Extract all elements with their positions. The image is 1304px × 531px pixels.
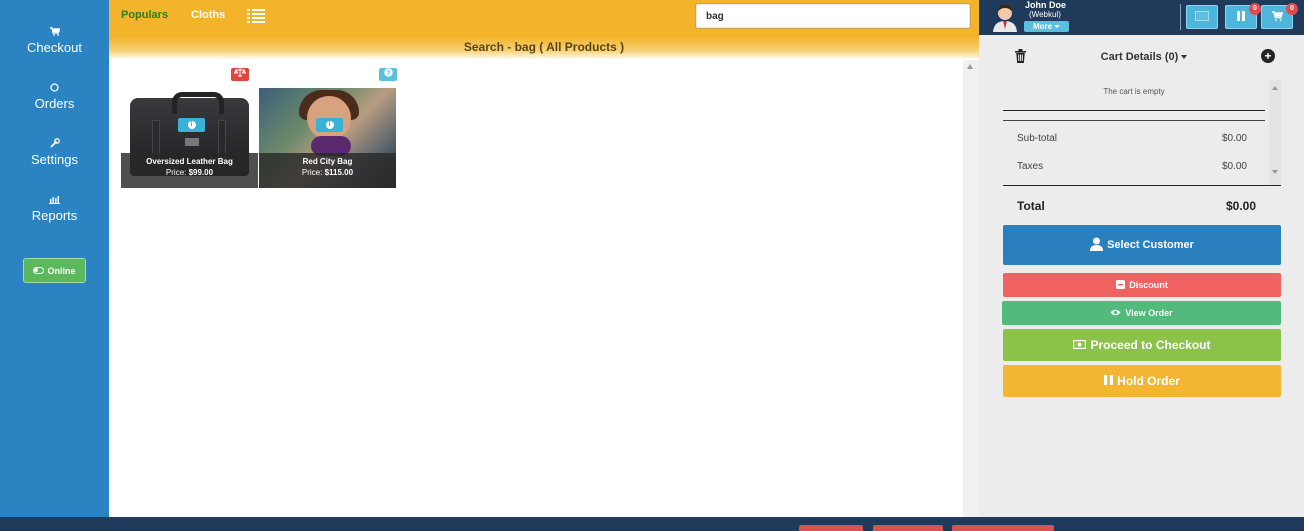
hold-orders-button[interactable]: 0 <box>1225 3 1261 29</box>
svg-text:?: ? <box>386 69 390 77</box>
product-price: Price: $99.00 <box>165 168 214 177</box>
cart-empty-message: The cart is empty <box>1103 87 1165 96</box>
notice-button[interactable] <box>873 525 943 531</box>
category-bar: Populars Cloths Search - bag ( All Produ… <box>109 0 979 60</box>
cart-count-badge: 0 <box>1286 3 1298 15</box>
info-icon[interactable]: i <box>178 118 205 132</box>
info-icon[interactable]: i <box>316 118 343 132</box>
cart-summary: The cart is empty Sub-total $0.00 Taxes … <box>1003 80 1281 186</box>
hold-order-button[interactable]: Hold Order <box>1003 365 1281 397</box>
search-input[interactable] <box>695 3 971 29</box>
toggle-icon <box>33 267 45 274</box>
add-icon[interactable]: + <box>1261 49 1275 63</box>
taxes-label: Taxes <box>1017 161 1044 172</box>
circle-icon <box>0 82 109 96</box>
total-label: Total <box>1017 199 1045 213</box>
scroll-down-icon[interactable] <box>1272 170 1278 174</box>
cart-button[interactable]: 0 <box>1261 3 1298 29</box>
avatar <box>991 2 1019 32</box>
total-value: $0.00 <box>1226 199 1257 213</box>
divider <box>1180 4 1181 30</box>
cart-scrollbar[interactable] <box>1269 80 1281 186</box>
product-card[interactable]: i Oversized Leather Bag Price: $99.00 <box>121 88 258 188</box>
subtotal-label: Sub-total <box>1017 133 1058 144</box>
sidebar-item-label: Orders <box>34 96 75 111</box>
search-results-title: Search - bag ( All Products ) <box>463 40 625 54</box>
online-status-label: Online <box>47 265 76 276</box>
online-status-button[interactable]: Online <box>23 258 86 283</box>
cart-header: Cart Details (0) + <box>1003 44 1285 70</box>
caret-down-icon <box>1181 55 1188 60</box>
sidebar-item-label: Settings <box>31 152 78 167</box>
divider <box>1003 120 1265 121</box>
notice-button[interactable] <box>952 525 1054 531</box>
cart-panel: John Doe (Webkul) More 0 0 Cart Details … <box>979 0 1304 517</box>
wrench-icon <box>0 138 109 152</box>
barcode-button[interactable] <box>1186 5 1218 29</box>
user-company: (Webkul) <box>1029 10 1061 19</box>
notice-button[interactable] <box>799 525 863 531</box>
money-icon <box>1073 338 1087 352</box>
compare-icon[interactable] <box>231 68 249 81</box>
cart-icon <box>0 26 109 40</box>
divider <box>1003 110 1265 111</box>
proceed-checkout-button[interactable]: Proceed to Checkout <box>1003 329 1281 361</box>
eye-icon <box>1110 308 1121 318</box>
sidebar-item-reports[interactable]: Reports <box>0 194 109 224</box>
user-name: John Doe <box>1025 0 1067 10</box>
taxes-value: $0.00 <box>1221 161 1247 172</box>
scroll-up-icon[interactable] <box>967 64 973 69</box>
barcode-icon <box>1195 8 1209 26</box>
product-caption: Oversized Leather Bag Price: $99.00 <box>121 153 258 188</box>
bottom-notice-bar <box>0 517 1304 531</box>
product-card[interactable]: i Red City Bag Price: $115.00 <box>259 88 396 188</box>
hold-count-badge: 0 <box>1249 3 1261 15</box>
user-icon <box>1090 237 1104 254</box>
divider <box>1003 185 1281 186</box>
view-order-button[interactable]: View Order <box>1002 301 1281 325</box>
sidebar-item-label: Checkout <box>27 40 82 55</box>
user-bar: John Doe (Webkul) More 0 0 <box>979 0 1304 35</box>
more-button[interactable]: More <box>1024 21 1069 32</box>
bar-chart-icon <box>0 194 109 208</box>
sidebar-item-orders[interactable]: Orders <box>0 82 109 112</box>
sidebar-item-checkout[interactable]: Checkout <box>0 26 109 56</box>
product-price: Price: $115.00 <box>301 168 354 177</box>
discount-button[interactable]: Discount <box>1003 273 1281 297</box>
sidebar-item-settings[interactable]: Settings <box>0 138 109 168</box>
pause-icon <box>1236 8 1246 26</box>
minus-square-icon <box>1116 279 1126 291</box>
cart-title[interactable]: Cart Details (0) <box>1003 51 1285 63</box>
products-scrollbar[interactable] <box>963 60 979 517</box>
pause-icon <box>1104 374 1114 388</box>
tab-populars[interactable]: Populars <box>121 9 168 21</box>
select-customer-button[interactable]: Select Customer <box>1003 225 1281 265</box>
subtotal-value: $0.00 <box>1221 133 1247 144</box>
sidebar-item-label: Reports <box>31 208 78 223</box>
product-name: Oversized Leather Bag <box>146 157 233 166</box>
sidebar: Checkout Orders Settings Reports Online <box>0 0 109 517</box>
question-icon[interactable]: ? <box>379 68 397 81</box>
product-name: Red City Bag <box>302 157 353 166</box>
tab-cloths[interactable]: Cloths <box>191 9 225 21</box>
list-view-icon[interactable] <box>247 8 265 23</box>
cart-icon <box>1271 8 1283 26</box>
scroll-up-icon[interactable] <box>1272 86 1278 90</box>
product-caption: Red City Bag Price: $115.00 <box>259 153 396 188</box>
caret-down-icon <box>1054 25 1061 28</box>
